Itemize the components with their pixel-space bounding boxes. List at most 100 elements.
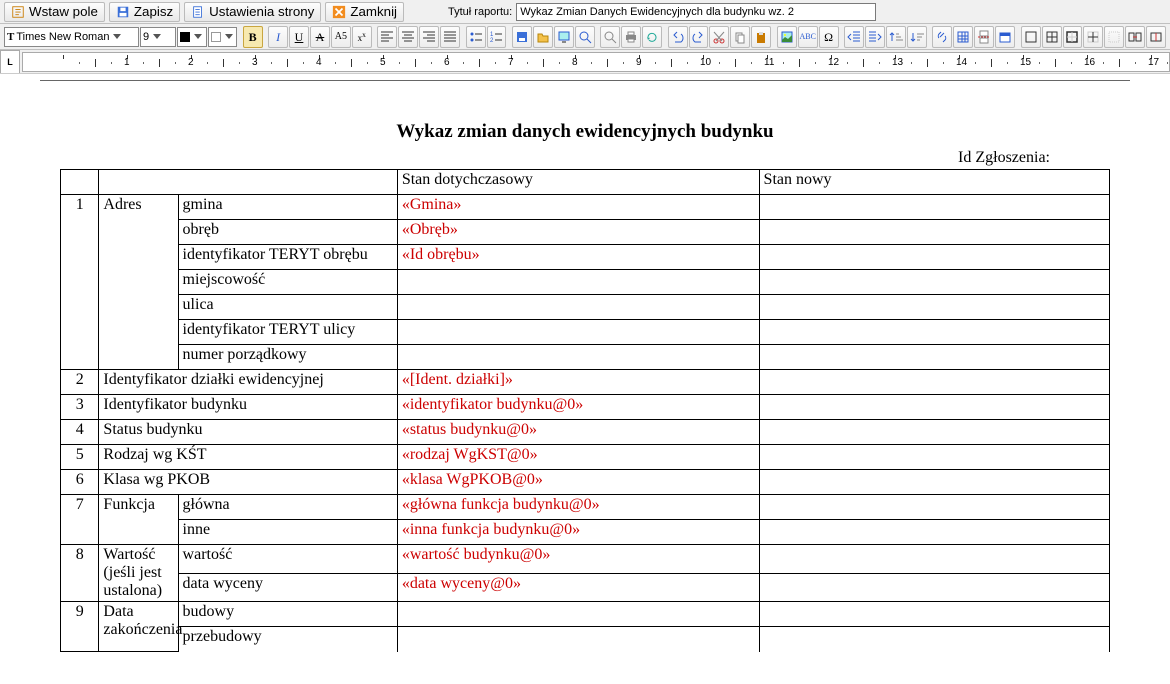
split-icon: [1149, 30, 1163, 44]
italic-button[interactable]: I: [268, 26, 288, 48]
border-none-icon: [1107, 30, 1121, 44]
copy-button[interactable]: [730, 26, 750, 48]
super-sub-button[interactable]: xx: [352, 26, 372, 48]
table-row: 5Rodzaj wg KŚT«rodzaj WgKST@0»: [61, 445, 1110, 470]
border-outer-button[interactable]: [1063, 26, 1083, 48]
outdent-button[interactable]: [844, 26, 864, 48]
color-swatch-icon: [211, 32, 221, 42]
save-icon: [116, 5, 130, 19]
table-row: 6Klasa wg PKOB«klasa WgPKOB@0»: [61, 470, 1110, 495]
undo-button[interactable]: [668, 26, 688, 48]
font-color-selector[interactable]: [177, 27, 206, 47]
save-icon: [515, 30, 529, 44]
dropdown-icon: [194, 34, 202, 39]
image-icon: [780, 30, 794, 44]
page: Wykaz zmian danych ewidencyjnych budynku…: [40, 80, 1130, 652]
sort-asc-icon: [889, 30, 903, 44]
abc-icon: ABC: [799, 33, 815, 41]
refresh-button[interactable]: [642, 26, 662, 48]
borders-button[interactable]: [1021, 26, 1041, 48]
page-settings-label: Ustawienia strony: [209, 4, 314, 19]
align-justify-button[interactable]: [440, 26, 460, 48]
insert-field-button[interactable]: Wstaw pole: [4, 2, 105, 22]
copy-icon: [733, 30, 747, 44]
ruler-corner[interactable]: L: [0, 50, 20, 74]
border-all-button[interactable]: [1042, 26, 1062, 48]
calendar-icon: [998, 30, 1012, 44]
print-button[interactable]: [621, 26, 641, 48]
page-icon: [191, 5, 205, 19]
find-button[interactable]: [600, 26, 620, 48]
date-button[interactable]: [995, 26, 1015, 48]
zoom-button[interactable]: [575, 26, 595, 48]
numbering-button[interactable]: 12: [487, 26, 507, 48]
font-size-selector[interactable]: 9: [140, 27, 176, 47]
redo-icon: [691, 30, 705, 44]
font-name: Times New Roman: [16, 31, 109, 43]
indent-button[interactable]: [865, 26, 885, 48]
close-label: Zamknij: [350, 4, 397, 19]
open-button[interactable]: [533, 26, 553, 48]
redo-button[interactable]: [689, 26, 709, 48]
insert-symbol-button[interactable]: Ω: [819, 26, 839, 48]
align-right-button[interactable]: [419, 26, 439, 48]
underline-button[interactable]: U: [289, 26, 309, 48]
insert-field-label: Wstaw pole: [29, 4, 98, 19]
save-button[interactable]: Zapisz: [109, 2, 180, 22]
sort-asc-button[interactable]: [886, 26, 906, 48]
search-icon: [603, 30, 617, 44]
font-selector[interactable]: T Times New Roman: [4, 27, 139, 47]
insert-image-button[interactable]: [777, 26, 797, 48]
table-row: numer porządkowy: [61, 345, 1110, 370]
table-row: obręb«Obręb»: [61, 220, 1110, 245]
table-row: 3Identyfikator budynku«identyfikator bud…: [61, 395, 1110, 420]
align-center-icon: [401, 30, 415, 44]
bullets-button[interactable]: [466, 26, 486, 48]
split-cells-button[interactable]: [1146, 26, 1166, 48]
align-right-icon: [422, 30, 436, 44]
magnifier-icon: [578, 30, 592, 44]
sort-desc-icon: [910, 30, 924, 44]
align-left-icon: [380, 30, 394, 44]
main-toolbar: Wstaw pole Zapisz Ustawienia strony Zamk…: [0, 0, 1170, 24]
border-inner-button[interactable]: [1083, 26, 1103, 48]
merge-icon: [1128, 30, 1142, 44]
report-title-input[interactable]: [516, 3, 876, 21]
document-area[interactable]: Wykaz zmian danych ewidencyjnych budynku…: [0, 74, 1170, 684]
align-center-button[interactable]: [398, 26, 418, 48]
bullets-icon: [469, 30, 483, 44]
border-none-button[interactable]: [1104, 26, 1124, 48]
dropdown-icon: [225, 34, 233, 39]
doc-title: Wykaz zmian danych ewidencyjnych budynku: [40, 121, 1130, 143]
svg-text:2: 2: [490, 38, 494, 44]
paste-button[interactable]: [751, 26, 771, 48]
table-row: 8Wartość (jeśli jest ustalona)wartość«wa…: [61, 545, 1110, 574]
ruler-scale[interactable]: 1234567891011121314151617: [22, 52, 1170, 72]
link-icon: [935, 30, 949, 44]
sort-desc-button[interactable]: [907, 26, 927, 48]
highlight-color-selector[interactable]: [208, 27, 237, 47]
font-icon: T: [7, 31, 14, 43]
omega-icon: Ω: [824, 31, 833, 43]
table-button[interactable]: [953, 26, 973, 48]
align-left-button[interactable]: [377, 26, 397, 48]
link-button[interactable]: [932, 26, 952, 48]
a5-button[interactable]: A5: [331, 26, 351, 48]
border-inner-icon: [1086, 30, 1100, 44]
table-row: data wyceny«data wyceny@0»: [61, 573, 1110, 602]
close-button[interactable]: Zamknij: [325, 2, 404, 22]
cut-button[interactable]: [709, 26, 729, 48]
preview-button[interactable]: [554, 26, 574, 48]
save2-button[interactable]: [512, 26, 532, 48]
table-row: miejscowość: [61, 270, 1110, 295]
page-settings-button[interactable]: Ustawienia strony: [184, 2, 321, 22]
insert-abc-button[interactable]: ABC: [798, 26, 818, 48]
strike-button[interactable]: A: [310, 26, 330, 48]
outdent-icon: [847, 30, 861, 44]
table-row: 4Status budynku«status budynku@0»: [61, 420, 1110, 445]
xx-icon: xx: [358, 31, 366, 43]
col-new: Stan nowy: [759, 170, 1109, 195]
page-break-button[interactable]: [974, 26, 994, 48]
merge-cells-button[interactable]: [1125, 26, 1145, 48]
bold-button[interactable]: B: [243, 26, 263, 48]
